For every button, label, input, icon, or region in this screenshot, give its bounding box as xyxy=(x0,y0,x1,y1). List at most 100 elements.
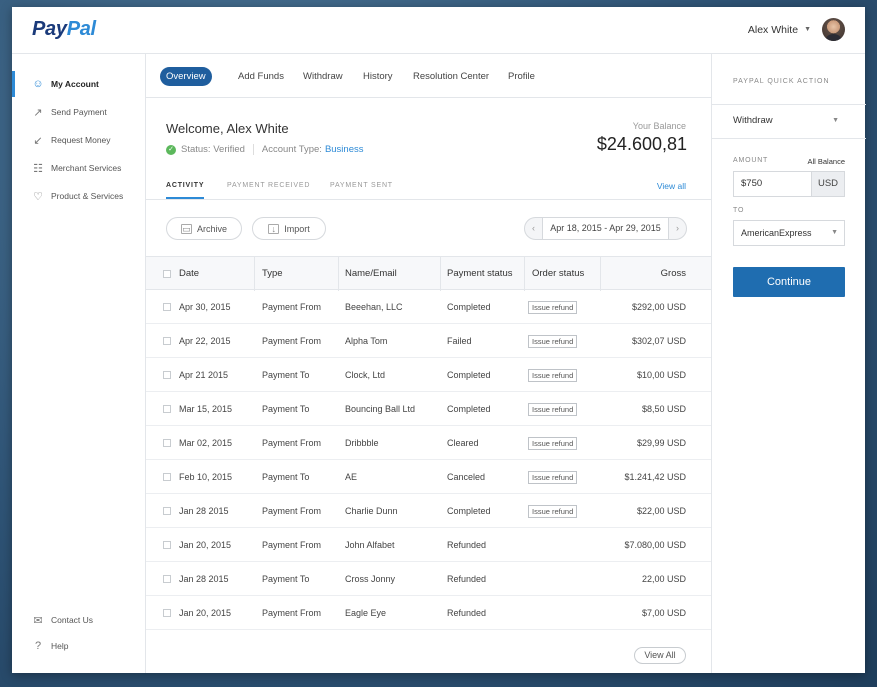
row-checkbox[interactable] xyxy=(163,575,171,583)
table-row[interactable]: Mar 02, 2015 Payment From Dribbble Cleared I… xyxy=(146,426,712,460)
amount-field[interactable]: $750 USD xyxy=(733,171,845,197)
sidebar-item-help[interactable]: ? Help xyxy=(12,633,145,659)
recipient-select[interactable]: AmericanExpress ▼ xyxy=(733,220,845,246)
app-window: PayPal Alex White ▼ ☺ My Account ↗ Send … xyxy=(12,7,866,673)
cell-gross: 22,00 USD xyxy=(641,574,686,584)
amount-input[interactable]: $750 xyxy=(734,172,811,196)
divider xyxy=(712,104,866,105)
issue-refund-button[interactable]: Issue refund xyxy=(528,335,578,348)
sidebar-item-my-account[interactable]: ☺ My Account xyxy=(12,71,145,97)
select-all-checkbox[interactable] xyxy=(163,270,171,278)
row-checkbox[interactable] xyxy=(163,337,171,345)
balance-amount: $24.600,81 xyxy=(596,134,687,154)
sidebar-item-product-services[interactable]: ♡ Product & Services xyxy=(12,183,145,209)
cell-type: Payment To xyxy=(262,404,310,414)
avatar[interactable] xyxy=(822,18,845,41)
cell-type: Payment To xyxy=(262,370,310,380)
cell-payment-status: Completed xyxy=(447,404,491,414)
issue-refund-button[interactable]: Issue refund xyxy=(528,505,578,518)
table-row[interactable]: Mar 15, 2015 Payment To Bouncing Ball Ltd C… xyxy=(146,392,712,426)
issue-refund-button[interactable]: Issue refund xyxy=(528,437,578,450)
paypal-logo[interactable]: PayPal xyxy=(32,18,96,41)
user-menu[interactable]: Alex White ▼ xyxy=(748,18,845,41)
all-balance-link[interactable]: All Balance xyxy=(807,157,845,166)
heart-icon: ♡ xyxy=(33,190,43,203)
sidebar-item-contact-us[interactable]: ✉ Contact Us xyxy=(12,607,145,633)
row-checkbox[interactable] xyxy=(163,439,171,447)
row-checkbox[interactable] xyxy=(163,541,171,549)
import-button[interactable]: ↓ Import xyxy=(252,217,326,240)
table-row[interactable]: Apr 22, 2015 Payment From Alpha Tom Failed I… xyxy=(146,324,712,358)
cell-gross: $7,00 USD xyxy=(641,608,686,618)
tab-overview[interactable]: Overview xyxy=(160,67,212,86)
row-checkbox[interactable] xyxy=(163,473,171,481)
request-icon: ↙ xyxy=(33,134,43,147)
table-row[interactable]: Jan 20, 2015 Payment From John Alfabet Refu… xyxy=(146,528,712,562)
header-date[interactable]: Date xyxy=(179,257,199,291)
cell-gross: $29,99 USD xyxy=(636,438,686,448)
tab-payment-received[interactable]: PAYMENT RECEIVED xyxy=(227,182,310,189)
table-row[interactable]: Apr 30, 2015 Payment From Beeehan, LLC Comp… xyxy=(146,290,712,324)
view-all-link[interactable]: View all xyxy=(657,181,686,191)
row-checkbox[interactable] xyxy=(163,303,171,311)
issue-refund-button[interactable]: Issue refund xyxy=(528,471,578,484)
cell-type: Payment From xyxy=(262,438,322,448)
action-select[interactable]: Withdraw xyxy=(733,115,773,126)
header-payment-status[interactable]: Payment status xyxy=(447,257,512,291)
cell-gross: $8,50 USD xyxy=(641,404,686,414)
table-row[interactable]: Apr 21 2015 Payment To Clock, Ltd Completed… xyxy=(146,358,712,392)
cell-date: Apr 21 2015 xyxy=(179,370,229,380)
divider xyxy=(600,257,601,291)
sidebar-item-label: Contact Us xyxy=(51,615,94,625)
row-checkbox[interactable] xyxy=(163,405,171,413)
issue-refund-button[interactable]: Issue refund xyxy=(528,301,578,314)
table-row[interactable]: Jan 20, 2015 Payment From Eagle Eye Refunde… xyxy=(146,596,712,630)
cell-gross: $1.241,42 USD xyxy=(624,472,686,482)
sidebar-item-send-payment[interactable]: ↗ Send Payment xyxy=(12,99,145,125)
cell-type: Payment To xyxy=(262,574,310,584)
cell-type: Payment From xyxy=(262,540,322,550)
table-row[interactable]: Jan 28 2015 Payment From Charlie Dunn Compl… xyxy=(146,494,712,528)
tab-payment-sent[interactable]: PAYMENT SENT xyxy=(330,182,393,189)
view-all-button[interactable]: View All xyxy=(634,647,686,664)
cell-type: Payment From xyxy=(262,608,322,618)
chevron-down-icon[interactable]: ▼ xyxy=(832,117,839,124)
question-icon: ? xyxy=(34,640,42,652)
table-body: Apr 30, 2015 Payment From Beeehan, LLC Comp… xyxy=(146,290,712,630)
table-row[interactable]: Feb 10, 2015 Payment To AE Canceled Issue re… xyxy=(146,460,712,494)
table-row[interactable]: Jan 28 2015 Payment To Cross Jonny Refunded… xyxy=(146,562,712,596)
tab-profile[interactable]: Profile xyxy=(502,67,541,86)
cell-type: Payment From xyxy=(262,336,322,346)
recipient-value: AmericanExpress xyxy=(741,228,812,238)
cell-name: Cross Jonny xyxy=(345,574,396,584)
sidebar-item-merchant-services[interactable]: ☷ Merchant Services xyxy=(12,155,145,181)
tab-add-funds[interactable]: Add Funds xyxy=(232,67,290,86)
import-icon: ↓ xyxy=(268,223,280,234)
chevron-left-icon[interactable]: ‹ xyxy=(525,218,543,239)
tab-history[interactable]: History xyxy=(357,67,399,86)
tab-resolution-center[interactable]: Resolution Center xyxy=(407,67,495,86)
tab-activity[interactable]: ACTIVITY xyxy=(166,182,205,199)
row-checkbox[interactable] xyxy=(163,507,171,515)
import-label: Import xyxy=(284,223,310,234)
header-order-status[interactable]: Order status xyxy=(532,257,584,291)
header-name[interactable]: Name/Email xyxy=(345,257,397,291)
archive-button[interactable]: ▭ Archive xyxy=(166,217,242,240)
continue-button[interactable]: Continue xyxy=(733,267,845,297)
balance-label: Your Balance xyxy=(632,121,686,131)
row-checkbox[interactable] xyxy=(163,371,171,379)
date-range-text[interactable]: Apr 18, 2015 - Apr 29, 2015 xyxy=(543,218,668,239)
tab-withdraw[interactable]: Withdraw xyxy=(297,67,349,86)
cell-gross: $7.080,00 USD xyxy=(624,540,686,550)
issue-refund-button[interactable]: Issue refund xyxy=(528,369,578,382)
row-checkbox[interactable] xyxy=(163,609,171,617)
user-icon: ☺ xyxy=(32,78,44,90)
to-label: TO xyxy=(733,207,745,214)
header-type[interactable]: Type xyxy=(262,257,283,291)
sidebar-item-request-money[interactable]: ↙ Request Money xyxy=(12,127,145,153)
chevron-right-icon[interactable]: › xyxy=(668,218,686,239)
issue-refund-button[interactable]: Issue refund xyxy=(528,403,578,416)
header-gross[interactable]: Gross xyxy=(661,257,686,291)
account-type-link[interactable]: Business xyxy=(325,144,364,155)
account-type-label: Account Type: xyxy=(261,144,322,155)
